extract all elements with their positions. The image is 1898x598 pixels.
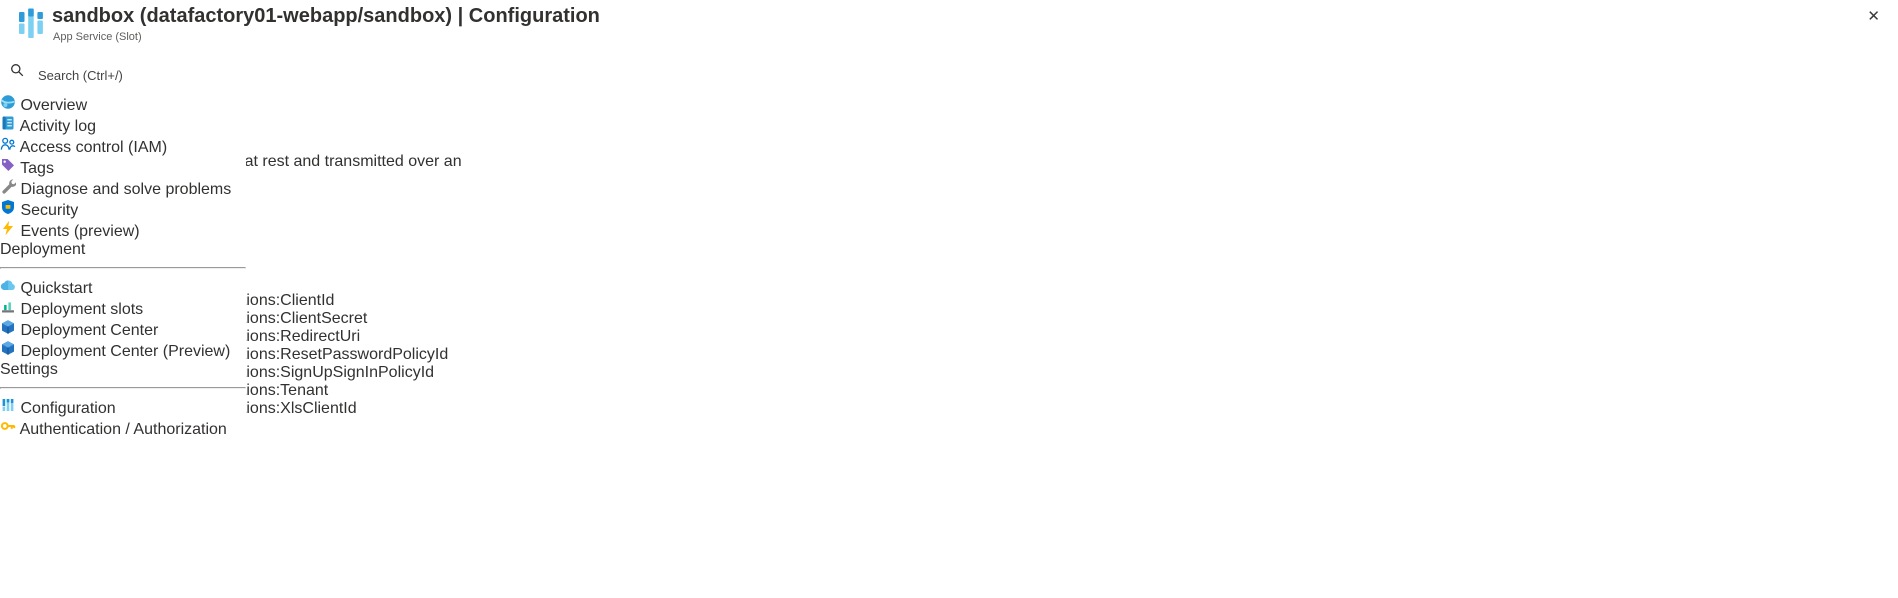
divider [0,267,246,269]
sidebar-item-label: Deployment slots [20,301,143,318]
sidebar-search [10,63,234,88]
sidebar-item-label: Diagnose and solve problems [20,181,231,198]
discard-button[interactable]: Discard [0,60,1898,81]
sidebar-item-label: Security [20,202,78,219]
table-row: AppConfiguration:AzureAdB2COptions:SignU… [0,364,1898,382]
resource-menu-sidebar: Overview Activity log [0,48,246,598]
deployment-center-preview-icon [0,343,20,360]
sidebar-item-deployment-center-preview[interactable]: Deployment Center (Preview) [0,340,246,361]
sidebar-item-tags[interactable]: Tags [0,157,246,178]
overview-icon [0,97,20,114]
description-line-1: Application settings are encrypted at re… [0,153,1898,171]
table-row: AppConfiguration:AzureAdB2COptions:Tenan… [0,382,1898,400]
sidebar-item-quickstart[interactable]: Quickstart [0,277,246,298]
name-field-label: Name [0,456,1898,474]
section-heading: Application settings [0,135,1898,153]
table-row: AppConfiguration:AzureAdB2COptions:Redir… [0,328,1898,346]
sidebar-item-label: Authentication / Authorization [20,421,227,438]
filter-box [0,252,1898,274]
value-field-wrap [0,518,1898,544]
quickstart-icon [0,280,20,297]
search-input[interactable] [36,64,226,87]
page-close-icon[interactable]: ✕ [1867,9,1880,24]
add-edit-setting-flyout: Add/Edit application setting ✕ Name Valu… [0,418,1898,562]
sidebar-item-access-control[interactable]: Access control (IAM) [0,136,246,157]
description-line-2: application at runtime. Learn more [0,171,1898,189]
value-field-label: Value [0,500,1898,518]
flyout-title: Add/Edit application setting [0,418,1898,436]
page-title: sandbox (datafactory01-webapp/sandbox) |… [52,5,600,28]
events-icon [0,223,20,240]
app-settings-table: Name AppConfiguration:AzureAdB2COptions:… [0,274,1898,418]
sidebar-item-deployment-slots[interactable]: Deployment slots [0,298,246,319]
advanced-edit-button[interactable]: Advanced edit [0,231,1898,252]
sidebar-item-diagnose[interactable]: Diagnose and solve problems [0,178,246,199]
sidebar-item-overview[interactable]: Overview [0,94,246,115]
deployment-slots-icon [0,301,20,318]
sidebar-item-activity-log[interactable]: Activity log [0,115,246,136]
app-service-slot-icon [18,8,44,39]
configuration-icon [0,400,20,417]
section-description: Application settings are encrypted at re… [0,153,1898,189]
tab-general-settings[interactable]: General settings [0,99,1898,117]
table-row: AppConfiguration:AzureAdB2COptions:XlsCl… [0,400,1898,418]
search-icon [10,64,24,81]
sidebar-item-label: Overview [20,97,87,114]
sidebar-section-deployment: Deployment [0,241,246,259]
deployment-center-icon [0,322,20,339]
sidebar-item-authentication[interactable]: Authentication / Authorization [0,418,246,439]
activity-log-icon [0,118,20,135]
sidebar-item-events[interactable]: Events (preview) [0,220,246,241]
settings-tabs: Application settings General settings De… [0,81,1898,135]
show-values-button[interactable]: Show values [0,210,1898,231]
sidebar-section-settings: Settings [0,361,246,379]
tab-default-documents[interactable]: Default documents [0,117,1898,135]
sidebar-item-deployment-center[interactable]: Deployment Center [0,319,246,340]
sidebar-item-label: Quickstart [20,280,92,297]
page-header: sandbox (datafactory01-webapp/sandbox) |… [0,0,1898,48]
flyout-close-icon[interactable]: ✕ [0,436,1898,456]
sidebar-item-label: Events (preview) [20,223,139,240]
security-icon [0,202,20,219]
settings-actions: New application setting Show values A [0,189,1898,252]
table-row: AppConfiguration:AzureAdB2COptions:Clien… [0,310,1898,328]
tags-icon [0,160,20,177]
page-subtitle: App Service (Slot) [53,31,142,43]
table-row: AppConfiguration:AzureAdB2COptions:Reset… [0,346,1898,364]
new-application-setting-button[interactable]: New application setting [0,189,1898,210]
access-control-icon [0,139,20,156]
sidebar-item-label: Configuration [20,400,115,417]
sidebar-item-label: Deployment Center [20,322,158,339]
sidebar-item-label: Tags [20,160,54,177]
sidebar-item-label: Activity log [20,118,96,135]
sidebar-item-label: Deployment Center (Preview) [20,343,230,360]
sidebar-item-configuration[interactable]: Configuration [0,397,246,418]
tab-application-settings[interactable]: Application settings [0,81,1898,99]
azure-portal-page: sandbox (datafactory01-webapp/sandbox) |… [0,0,1898,598]
sidebar-item-security[interactable]: Security [0,199,246,220]
configuration-content-pane: Refresh Save Discard [0,18,1898,418]
authentication-icon [0,421,20,438]
sidebar-item-label: Access control (IAM) [20,139,168,156]
divider [0,387,246,389]
table-row: AppConfiguration:AzureAdB2COptions:Clien… [0,292,1898,310]
name-field-wrap [0,474,1898,500]
diagnose-icon [0,181,20,198]
column-header-name: Name [0,274,1898,292]
